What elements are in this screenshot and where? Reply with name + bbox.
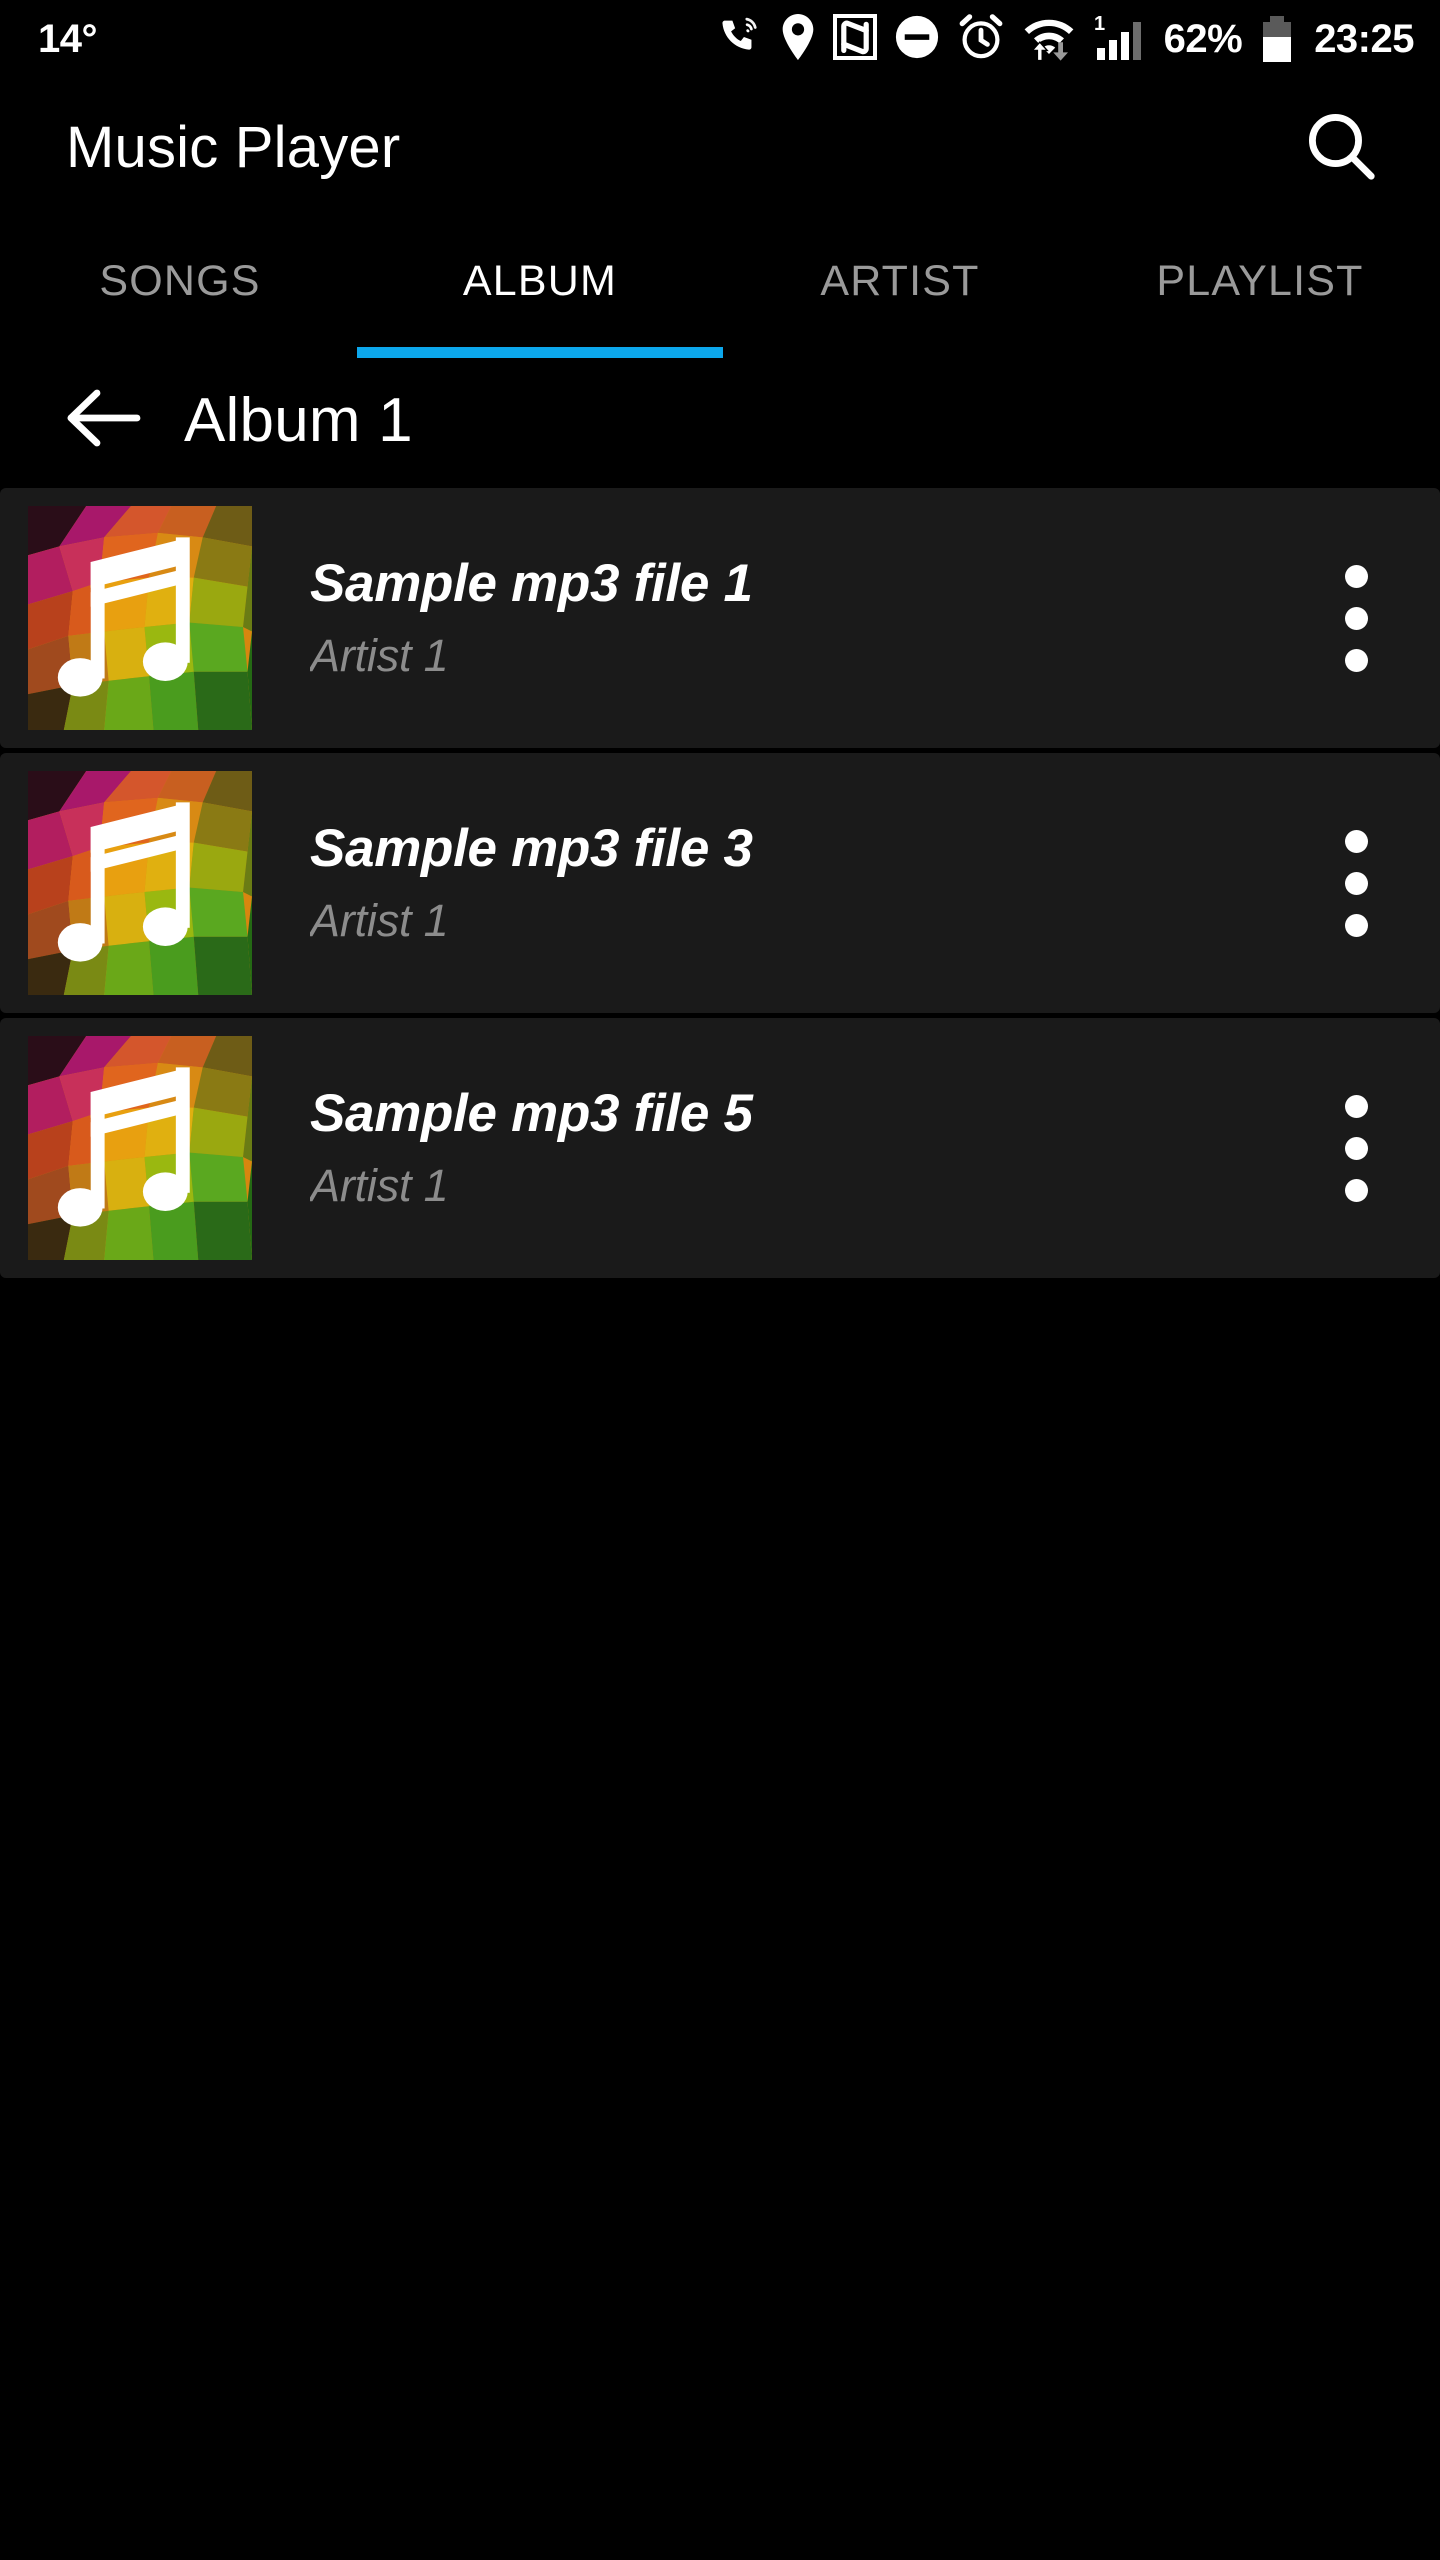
status-icons-group: 1 62% 23:25 bbox=[719, 11, 1414, 67]
song-list: Sample mp3 file 1 Artist 1 Sample mp3 fi… bbox=[0, 483, 1440, 1283]
song-info: Sample mp3 file 1 Artist 1 bbox=[310, 554, 1296, 682]
cellular-signal-icon: 1 bbox=[1093, 12, 1145, 67]
tab-label: ARTIST bbox=[820, 257, 980, 305]
do-not-disturb-icon bbox=[894, 14, 940, 65]
status-temperature: 14° bbox=[38, 17, 98, 61]
song-title: Sample mp3 file 5 bbox=[310, 1084, 753, 1144]
song-artist: Artist 1 bbox=[310, 1161, 449, 1212]
dot bbox=[1344, 606, 1368, 630]
tab-active-indicator bbox=[357, 347, 723, 358]
battery-percent-label: 62% bbox=[1163, 16, 1243, 61]
arrow-left-icon bbox=[65, 387, 141, 454]
signal-superscript: 1 bbox=[1094, 13, 1105, 35]
album-artwork bbox=[28, 506, 252, 730]
more-vertical-icon[interactable] bbox=[1296, 783, 1416, 983]
tab-label: PLAYLIST bbox=[1156, 257, 1364, 305]
dot bbox=[1344, 1178, 1368, 1202]
song-artist: Artist 1 bbox=[310, 896, 449, 947]
search-icon bbox=[1302, 107, 1380, 190]
song-row[interactable]: Sample mp3 file 5 Artist 1 bbox=[0, 1018, 1440, 1278]
tab-songs[interactable]: SONGS bbox=[0, 218, 360, 358]
album-header: Album 1 bbox=[0, 358, 1440, 483]
dot bbox=[1344, 648, 1368, 672]
song-info: Sample mp3 file 5 Artist 1 bbox=[310, 1084, 1296, 1212]
tab-label: ALBUM bbox=[462, 257, 618, 305]
more-vertical-icon[interactable] bbox=[1296, 518, 1416, 718]
dot bbox=[1344, 1136, 1368, 1160]
nfc-icon bbox=[830, 11, 879, 65]
song-row[interactable]: Sample mp3 file 3 Artist 1 bbox=[0, 753, 1440, 1013]
song-artist: Artist 1 bbox=[310, 631, 449, 682]
tab-label: SONGS bbox=[99, 257, 261, 305]
app-title: Music Player bbox=[66, 115, 401, 180]
dot bbox=[1344, 913, 1368, 937]
location-pin-icon bbox=[780, 13, 816, 65]
album-artwork bbox=[28, 771, 252, 995]
alarm-clock-icon bbox=[957, 13, 1005, 66]
dot bbox=[1344, 829, 1368, 853]
phone-screen: 14° 1 62% 23:25 Music Player SONGS ALBUM… bbox=[0, 0, 1440, 2560]
more-vertical-icon[interactable] bbox=[1296, 1048, 1416, 1248]
battery-icon bbox=[1263, 16, 1292, 62]
app-bar: Music Player bbox=[0, 78, 1440, 218]
phone-call-signal-icon bbox=[719, 15, 763, 64]
tab-playlist[interactable]: PLAYLIST bbox=[1080, 218, 1440, 358]
tab-album[interactable]: ALBUM bbox=[357, 218, 723, 358]
album-title: Album 1 bbox=[184, 385, 413, 455]
song-row[interactable]: Sample mp3 file 1 Artist 1 bbox=[0, 488, 1440, 748]
album-artwork bbox=[28, 1036, 252, 1260]
music-note-lowpoly-art bbox=[28, 1036, 252, 1260]
music-note-lowpoly-art bbox=[28, 506, 252, 730]
music-note-lowpoly-art bbox=[28, 771, 252, 995]
search-button[interactable] bbox=[1286, 93, 1396, 203]
battery-fill bbox=[1263, 37, 1292, 62]
song-info: Sample mp3 file 3 Artist 1 bbox=[310, 819, 1296, 947]
empty-list-area bbox=[0, 1283, 1440, 2560]
back-button[interactable] bbox=[60, 378, 146, 464]
dot bbox=[1344, 871, 1368, 895]
tab-artist[interactable]: ARTIST bbox=[720, 218, 1080, 358]
status-clock: 23:25 bbox=[1314, 16, 1414, 61]
tab-bar: SONGS ALBUM ARTIST PLAYLIST bbox=[0, 218, 1440, 358]
song-title: Sample mp3 file 1 bbox=[310, 554, 753, 614]
dot bbox=[1344, 1094, 1368, 1118]
battery-body bbox=[1263, 22, 1292, 62]
dot bbox=[1344, 564, 1368, 588]
status-bar: 14° 1 62% 23:25 bbox=[0, 0, 1440, 78]
song-title: Sample mp3 file 3 bbox=[310, 819, 753, 879]
wifi-data-transfer-icon bbox=[1022, 13, 1076, 66]
